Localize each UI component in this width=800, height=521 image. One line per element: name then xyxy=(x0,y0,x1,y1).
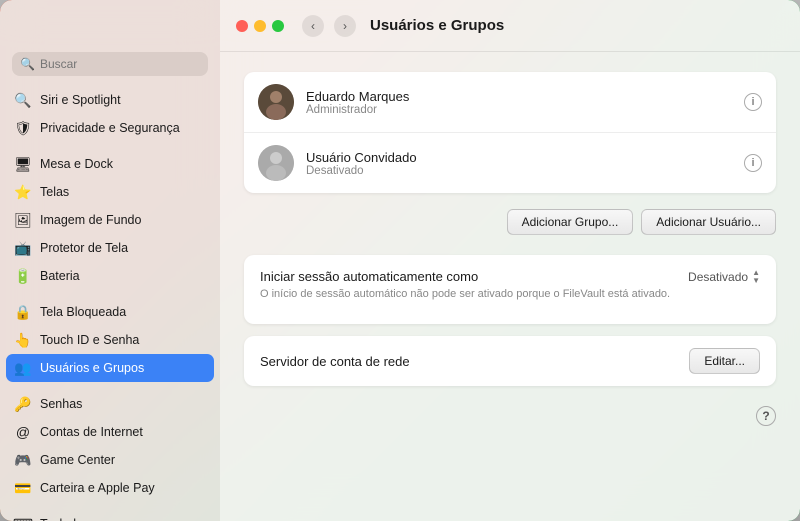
privacy-icon: 🛡 xyxy=(14,119,32,137)
sidebar-item-label: Imagem de Fundo xyxy=(40,213,141,227)
autologin-section: Iniciar sessão automaticamente como O in… xyxy=(244,255,776,324)
sidebar-item-siri[interactable]: 🔍 Siri e Spotlight xyxy=(6,86,214,114)
sidebar-item-label: Senhas xyxy=(40,397,82,411)
sidebar-item-passwords[interactable]: 🔑 Senhas xyxy=(6,390,214,418)
sidebar-item-wallpaper[interactable]: 🖼 Imagem de Fundo xyxy=(6,206,214,234)
sidebar-item-label: Usuários e Grupos xyxy=(40,361,144,375)
sidebar-list: 🔍 Siri e Spotlight 🛡 Privacidade e Segur… xyxy=(0,86,220,521)
sidebar-item-label: Mesa e Dock xyxy=(40,157,113,171)
internet-icon: @ xyxy=(14,423,32,441)
titlebar: ‹ › Usuários e Grupos xyxy=(220,0,800,52)
sidebar-item-label: Bateria xyxy=(40,269,80,283)
sidebar-item-users[interactable]: 👥 Usuários e Grupos xyxy=(6,354,214,382)
sidebar-item-label: Telas xyxy=(40,185,69,199)
sidebar-item-wallet[interactable]: 💳 Carteira e Apple Pay xyxy=(6,474,214,502)
forward-button[interactable]: › xyxy=(334,15,356,37)
sidebar-item-label: Protetor de Tela xyxy=(40,241,128,255)
stepper-down: ▼ xyxy=(752,277,760,285)
sidebar-item-label: Contas de Internet xyxy=(40,425,143,439)
sidebar-item-desktop[interactable]: 🖥 Mesa e Dock xyxy=(6,150,214,178)
sidebar: 🔍 🔍 Siri e Spotlight 🛡 Privacidade e Seg… xyxy=(0,0,220,521)
battery-icon: 🔋 xyxy=(14,267,32,285)
gamecenter-icon: 🎮 xyxy=(14,451,32,469)
sidebar-item-internet[interactable]: @ Contas de Internet xyxy=(6,418,214,446)
add-group-button[interactable]: Adicionar Grupo... xyxy=(507,209,634,235)
back-button[interactable]: ‹ xyxy=(302,15,324,37)
user-info: Usuário Convidado Desativado xyxy=(306,150,732,177)
help-button[interactable]: ? xyxy=(756,406,776,426)
search-input[interactable] xyxy=(40,57,200,71)
sidebar-item-label: Carteira e Apple Pay xyxy=(40,481,155,495)
user-name: Eduardo Marques xyxy=(306,89,732,104)
touchid-icon: 👆 xyxy=(14,331,32,349)
sidebar-item-label: Tela Bloqueada xyxy=(40,305,126,319)
table-row: Eduardo Marques Administrador i xyxy=(244,72,776,132)
screensaver-icon: 📺 xyxy=(14,239,32,257)
add-user-button[interactable]: Adicionar Usuário... xyxy=(641,209,776,235)
separator xyxy=(6,382,214,390)
sidebar-item-label: Privacidade e Segurança xyxy=(40,121,180,135)
passwords-icon: 🔑 xyxy=(14,395,32,413)
stepper-arrows[interactable]: ▲ ▼ xyxy=(752,269,760,285)
user-name: Usuário Convidado xyxy=(306,150,732,165)
user-role: Desativado xyxy=(306,165,732,177)
content-area: Eduardo Marques Administrador i U xyxy=(220,52,800,521)
keyboard-icon: ⌨ xyxy=(14,515,32,521)
separator xyxy=(6,290,214,298)
network-row: Servidor de conta de rede Editar... xyxy=(244,336,776,386)
edit-button[interactable]: Editar... xyxy=(689,348,760,374)
close-button[interactable] xyxy=(236,20,248,32)
add-buttons-row: Adicionar Grupo... Adicionar Usuário... xyxy=(244,209,776,235)
minimize-button[interactable] xyxy=(254,20,266,32)
autologin-value: Desativado xyxy=(688,270,748,284)
user-role: Administrador xyxy=(306,104,732,116)
wallet-icon: 💳 xyxy=(14,479,32,497)
sidebar-item-label: Siri e Spotlight xyxy=(40,93,121,107)
sidebar-item-battery[interactable]: 🔋 Bateria xyxy=(6,262,214,290)
search-bar[interactable]: 🔍 xyxy=(12,52,208,76)
desktop-icon: 🖥 xyxy=(14,155,32,173)
avatar-guest xyxy=(258,145,294,181)
sidebar-item-label: Game Center xyxy=(40,453,115,467)
maximize-button[interactable] xyxy=(272,20,284,32)
main-window: 🔍 🔍 Siri e Spotlight 🛡 Privacidade e Seg… xyxy=(0,0,800,521)
sidebar-item-label: Teclado xyxy=(40,517,83,521)
network-label: Servidor de conta de rede xyxy=(260,354,689,369)
separator xyxy=(6,502,214,510)
user-info: Eduardo Marques Administrador xyxy=(306,89,732,116)
sidebar-item-label: Touch ID e Senha xyxy=(40,333,139,347)
separator xyxy=(6,142,214,150)
user-info-button[interactable]: i xyxy=(744,154,762,172)
sidebar-item-displays[interactable]: ⭐ Telas xyxy=(6,178,214,206)
sidebar-item-lockscreen[interactable]: 🔒 Tela Bloqueada xyxy=(6,298,214,326)
search-icon: 🔍 xyxy=(20,57,35,71)
sidebar-item-keyboard[interactable]: ⌨ Teclado xyxy=(6,510,214,521)
sidebar-item-touchid[interactable]: 👆 Touch ID e Senha xyxy=(6,326,214,354)
wallpaper-icon: 🖼 xyxy=(14,211,32,229)
lockscreen-icon: 🔒 xyxy=(14,303,32,321)
users-list: Eduardo Marques Administrador i U xyxy=(244,72,776,193)
help-row: ? xyxy=(244,406,776,426)
siri-icon: 🔍 xyxy=(14,91,32,109)
sidebar-item-screensaver[interactable]: 📺 Protetor de Tela xyxy=(6,234,214,262)
sidebar-item-gamecenter[interactable]: 🎮 Game Center xyxy=(6,446,214,474)
autologin-label: Iniciar sessão automaticamente como xyxy=(260,269,676,284)
displays-icon: ⭐ xyxy=(14,183,32,201)
page-title: Usuários e Grupos xyxy=(370,17,504,34)
user-info-button[interactable]: i xyxy=(744,93,762,111)
autologin-description: O início de sessão automático não pode s… xyxy=(260,287,676,302)
users-icon: 👥 xyxy=(14,359,32,377)
avatar-admin xyxy=(258,84,294,120)
autologin-row: Iniciar sessão automaticamente como O in… xyxy=(260,269,760,302)
main-content: ‹ › Usuários e Grupos Eduardo Marques xyxy=(220,0,800,521)
autologin-label-group: Iniciar sessão automaticamente como O in… xyxy=(260,269,676,302)
traffic-lights xyxy=(236,20,284,32)
sidebar-item-privacy[interactable]: 🛡 Privacidade e Segurança xyxy=(6,114,214,142)
table-row: Usuário Convidado Desativado i xyxy=(244,132,776,193)
autologin-control: Desativado ▲ ▼ xyxy=(688,269,760,285)
